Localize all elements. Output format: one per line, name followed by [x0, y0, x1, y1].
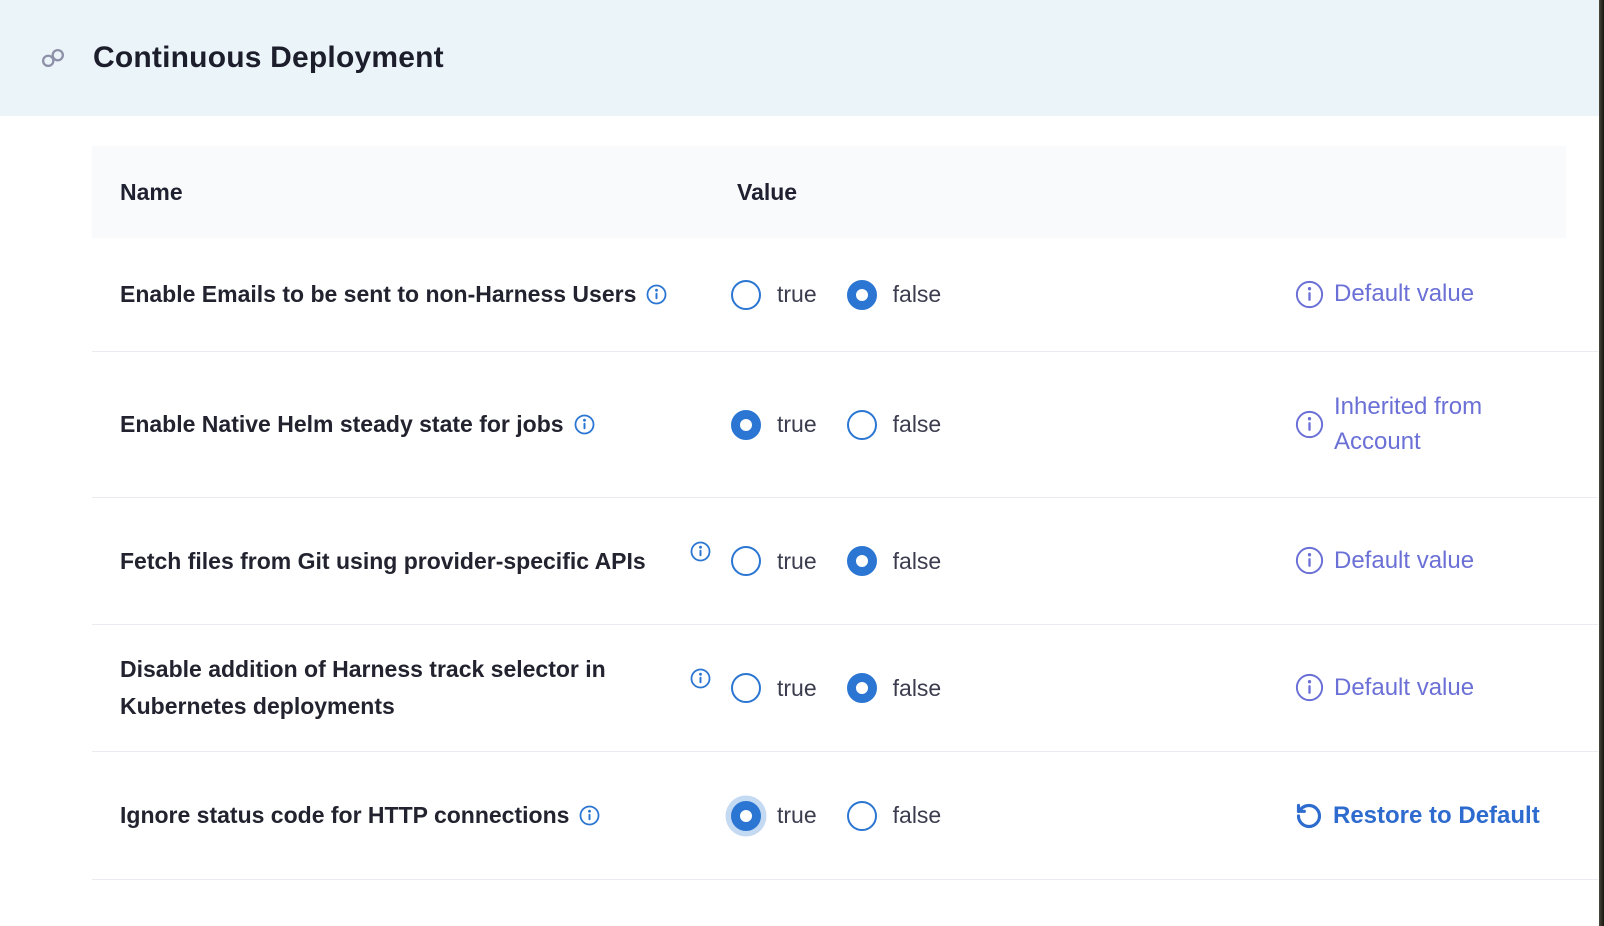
status-cell: Inherited from Account [1295, 390, 1598, 460]
radio-option-false[interactable]: false [847, 410, 942, 440]
status-cell: Default value [1295, 277, 1598, 312]
setting-name-label: Disable addition of Harness track select… [92, 651, 690, 725]
section-header: Continuous Deployment [0, 0, 1604, 116]
radio-false[interactable] [847, 410, 877, 440]
info-circle-icon[interactable] [1295, 410, 1324, 439]
setting-row: Ignore status code for HTTP connections … [92, 752, 1598, 880]
radio-option-true[interactable]: true [731, 280, 817, 310]
info-circle-icon[interactable] [1295, 673, 1324, 702]
radio-group: true false [731, 673, 941, 703]
column-header-value: Value [737, 179, 1566, 206]
radio-option-true[interactable]: true [731, 673, 817, 703]
radio-option-true[interactable]: true [731, 546, 817, 576]
radio-true[interactable] [731, 546, 761, 576]
radio-false[interactable] [847, 546, 877, 576]
info-icon[interactable] [690, 668, 711, 689]
page-title: Continuous Deployment [93, 41, 444, 75]
setting-name-label: Enable Native Helm steady state for jobs [92, 406, 690, 443]
status-label: Default value [1334, 277, 1474, 312]
radio-true[interactable] [731, 280, 761, 310]
status-cell: Default value [1295, 544, 1598, 579]
radio-true[interactable] [731, 801, 761, 831]
link-icon[interactable] [40, 45, 66, 71]
status-label: Default value [1334, 671, 1474, 706]
radio-option-false[interactable]: false [847, 801, 942, 831]
radio-false[interactable] [847, 801, 877, 831]
settings-table: Name Value Enable Emails to be sent to n… [92, 146, 1598, 880]
info-icon[interactable] [579, 800, 600, 821]
info-circle-icon[interactable] [1295, 280, 1324, 309]
radio-option-true[interactable]: true [731, 410, 817, 440]
info-circle-icon[interactable] [1295, 546, 1324, 575]
setting-row: Enable Native Helm steady state for jobs… [92, 352, 1598, 498]
table-header-row: Name Value [92, 146, 1598, 238]
setting-name-label: Ignore status code for HTTP connections [92, 797, 690, 834]
radio-false[interactable] [847, 280, 877, 310]
radio-option-true[interactable]: true [731, 801, 817, 831]
setting-row: Disable addition of Harness track select… [92, 625, 1598, 752]
status-label[interactable]: Restore to Default [1333, 802, 1540, 830]
status-cell: Default value [1295, 671, 1598, 706]
info-icon[interactable] [574, 409, 595, 430]
radio-group: true false [731, 410, 941, 440]
radio-true[interactable] [731, 673, 761, 703]
status-label: Default value [1334, 544, 1474, 579]
setting-name-label: Enable Emails to be sent to non-Harness … [92, 276, 690, 313]
status-label: Inherited from Account [1334, 390, 1549, 460]
info-icon[interactable] [646, 279, 667, 300]
radio-group: true false [731, 280, 941, 310]
screen-edge-strip [1599, 0, 1604, 926]
restore-to-default-button[interactable]: Restore to Default [1295, 802, 1598, 830]
radio-option-false[interactable]: false [847, 673, 942, 703]
radio-option-false[interactable]: false [847, 546, 942, 576]
radio-group: true false [731, 546, 941, 576]
radio-true[interactable] [731, 410, 761, 440]
column-header-name: Name [92, 179, 737, 206]
setting-name-label: Fetch files from Git using provider-spec… [92, 543, 690, 580]
radio-false[interactable] [847, 673, 877, 703]
radio-group: true false [731, 801, 941, 831]
restore-icon[interactable] [1295, 802, 1323, 830]
radio-option-false[interactable]: false [847, 280, 942, 310]
info-icon[interactable] [690, 541, 711, 562]
setting-row: Enable Emails to be sent to non-Harness … [92, 238, 1598, 352]
setting-row: Fetch files from Git using provider-spec… [92, 498, 1598, 625]
